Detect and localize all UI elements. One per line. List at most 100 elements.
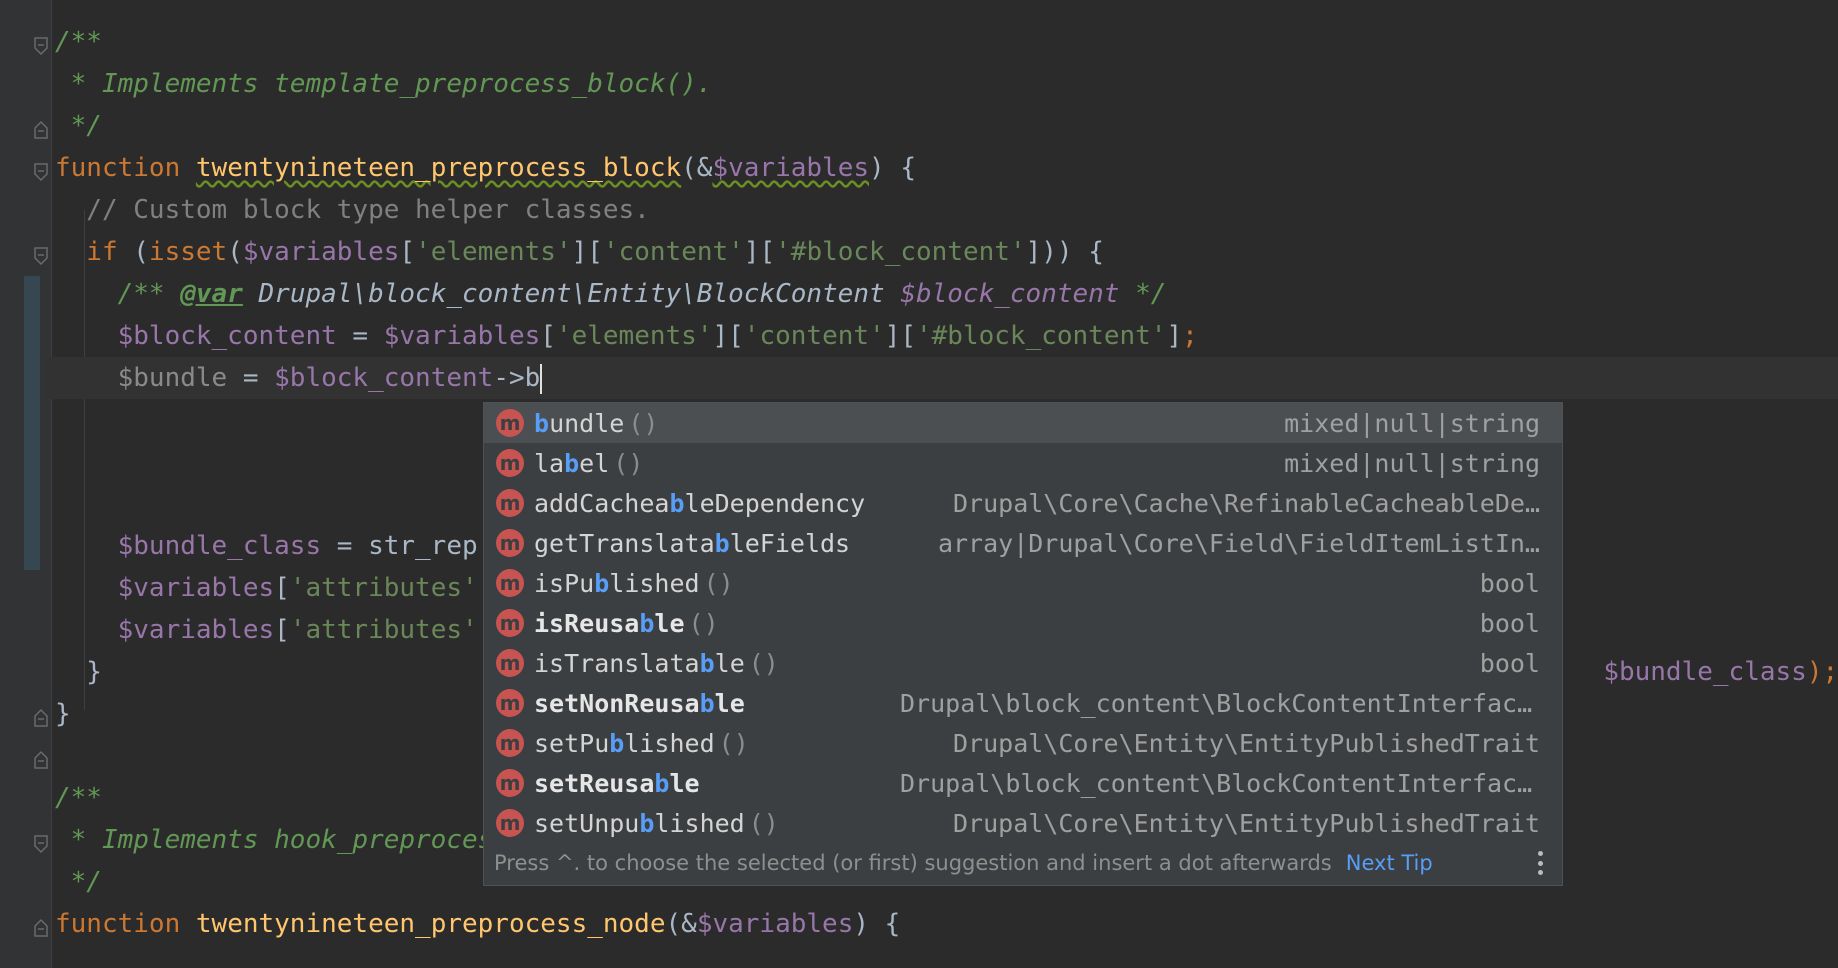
completion-popup[interactable]: m bundle() mixed|null|string m label() mixed|… (483, 402, 1563, 886)
code-line[interactable]: function twentynineteen_preprocess_node(… (55, 903, 1838, 945)
code-token: $bundle_class (55, 531, 322, 561)
completion-item[interactable]: m setReusable Drupal\block_content\BlockCo… (484, 763, 1562, 803)
parameter-parens: () (718, 728, 749, 758)
name-part: el (579, 448, 610, 478)
completion-item[interactable]: m isTranslatable() bool (484, 643, 1562, 683)
code-token: = (336, 321, 384, 351)
code-line[interactable]: * Implements template_preprocess_block()… (55, 63, 1838, 105)
next-tip-link[interactable]: Next Tip (1346, 851, 1433, 875)
code-token: ] (1166, 321, 1183, 351)
code-token: 'elements' (555, 321, 713, 351)
name-part: leFields (729, 528, 851, 558)
code-token: */ (55, 867, 102, 897)
completion-item[interactable]: m label() mixed|null|string (484, 443, 1562, 483)
code-token: 'content' (743, 321, 885, 351)
match-highlight: b (714, 528, 730, 558)
match-highlight: b (594, 568, 610, 598)
completion-item[interactable]: m getTranslatableFields array|Drupal\Core\… (484, 523, 1562, 563)
completion-item[interactable]: m bundle() mixed|null|string (484, 403, 1562, 443)
method-icon: m (496, 489, 524, 517)
parameter-parens: () (703, 568, 734, 598)
fold-open-icon[interactable] (33, 246, 49, 266)
name-part: getTranslata (534, 528, 715, 558)
more-vertical-icon[interactable] (1538, 851, 1544, 875)
method-icon: m (496, 449, 524, 477)
code-token: = str_rep (321, 531, 478, 561)
code-line[interactable]: if (isset($variables['elements']['conten… (55, 231, 1838, 273)
completion-item-type: bool (1479, 568, 1540, 598)
fold-close-icon[interactable] (33, 708, 49, 728)
name-part: leDependency (684, 488, 866, 518)
completion-hint-bar: Press ^. to choose the selected (or firs… (484, 841, 1562, 885)
name-part: isPu (534, 568, 595, 598)
code-token: [ (540, 321, 556, 351)
text-caret (540, 363, 543, 394)
code-token: $variables (55, 615, 275, 645)
fold-close-icon[interactable] (33, 120, 49, 140)
code-token: ->b (493, 363, 541, 393)
code-token: } (55, 699, 71, 729)
code-token: if (55, 237, 134, 267)
code-token: ) { (869, 153, 916, 183)
code-token: ])) { (1025, 237, 1104, 267)
completion-item-type: Drupal\Core\Entity\EntityPublishedTrait (953, 728, 1540, 758)
code-token: $block_content (274, 363, 494, 393)
completion-list[interactable]: m bundle() mixed|null|string m label() mixed|… (484, 403, 1562, 843)
completion-item-name: getTranslatableFields (534, 529, 850, 558)
code-token: [ (274, 573, 290, 603)
code-line[interactable]: // Custom block type helper classes. (55, 189, 1838, 231)
code-line[interactable]: */ (55, 105, 1838, 147)
completion-item[interactable]: m isPublished() bool (484, 563, 1562, 603)
code-token: * Implements template_preprocess_block()… (55, 69, 713, 99)
code-token: ][ (712, 321, 744, 351)
code-token: 'content' (602, 237, 744, 267)
method-icon: m (496, 529, 524, 557)
completion-item[interactable]: m setNonReusable Drupal\block_content\Bloc… (484, 683, 1562, 723)
code-token: ][ (743, 237, 776, 267)
parameter-parens: () (628, 408, 659, 438)
method-icon: m (496, 689, 524, 717)
completion-item[interactable]: m addCacheableDependency Drupal\Core\Cache… (484, 483, 1562, 523)
vcs-change-marker[interactable] (24, 276, 40, 570)
match-highlight: b (534, 408, 550, 438)
method-icon: m (496, 729, 524, 757)
fold-open-icon[interactable] (33, 36, 49, 56)
code-line[interactable]: /** (55, 21, 1838, 63)
match-highlight: b (639, 808, 655, 838)
completion-item-name: setReusable (534, 769, 700, 798)
completion-item-type: Drupal\Core\Entity\EntityPublishedTrait (953, 808, 1540, 838)
punctuation-token: ); (1806, 657, 1838, 687)
name-part: setUnpu (534, 808, 640, 838)
completion-item-type: array|Drupal\Core\Field\FieldItemListIn… (937, 528, 1540, 558)
name-part: lished (609, 568, 700, 598)
code-token: @var (180, 279, 243, 309)
code-token: '#block_content' (916, 321, 1167, 351)
completion-item[interactable]: m setPublished() Drupal\Core\Entity\Entity… (484, 723, 1562, 763)
code-token: $block_content (900, 279, 1120, 309)
code-token: $variables (55, 573, 275, 603)
method-icon: m (496, 809, 524, 837)
code-line[interactable]: /** @var Drupal\block_content\Entity\Blo… (55, 273, 1838, 315)
name-part: isReusa (534, 608, 640, 638)
code-line[interactable]: $block_content = $variables['elements'][… (55, 315, 1838, 357)
completion-item-type: bool (1479, 608, 1540, 638)
code-line-tail: $bundle_class); (1572, 609, 1838, 687)
method-icon: m (496, 769, 524, 797)
completion-item[interactable]: m isReusable() bool (484, 603, 1562, 643)
parameter-parens: () (748, 648, 779, 678)
completion-item[interactable]: m setUnpublished() Drupal\Core\Entity\Enti… (484, 803, 1562, 843)
code-token: twentynineteen_preprocess_block (195, 153, 682, 183)
code-line[interactable]: $bundle = $block_content->b (45, 357, 1838, 399)
match-highlight: b (699, 648, 715, 678)
fold-open-icon[interactable] (33, 162, 49, 182)
fold-open-icon[interactable] (33, 834, 49, 854)
completion-item-name: isTranslatable (534, 649, 745, 678)
name-part: undle (549, 408, 625, 438)
fold-close-icon[interactable] (33, 750, 49, 770)
gutter-divider (51, 0, 52, 968)
code-token: '#block_content' (775, 237, 1026, 267)
code-token: /** (55, 27, 102, 57)
fold-close-icon[interactable] (33, 918, 49, 938)
code-line[interactable]: function twentynineteen_preprocess_block… (55, 147, 1838, 189)
match-highlight: b (654, 768, 670, 798)
